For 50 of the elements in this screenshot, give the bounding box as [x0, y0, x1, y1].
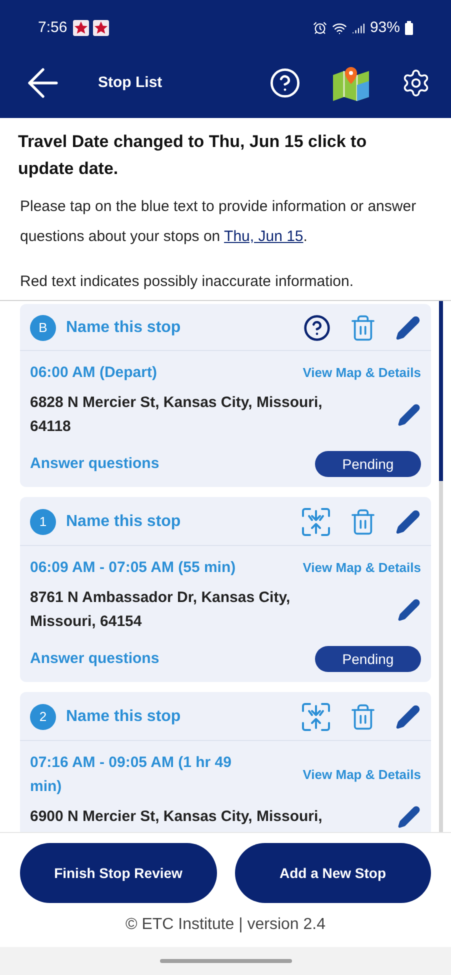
warning-text: Red text indicates possibly inaccurate information. — [19, 272, 355, 292]
answer-questions-link[interactable]: Answer questions — [30, 452, 160, 476]
trash-icon[interactable] — [349, 703, 377, 731]
answer-questions-link[interactable]: Answer questions — [30, 648, 160, 670]
merge-icon[interactable] — [301, 702, 331, 732]
battery-icon — [405, 21, 413, 35]
stop-address: 8761 N Ambassador Dr, Kansas City, Missouri, 64154 — [30, 588, 292, 632]
stop-time-link[interactable]: 07:16 AM - 09:05 AM (1 hr 49 min) — [30, 751, 260, 799]
star-badge-icon — [73, 20, 90, 36]
action-button[interactable]: Finish Stop Review — [20, 843, 216, 903]
date-change-banner[interactable]: Travel Date changed to Thu, Jun 15 click to update date. — [18, 128, 408, 182]
view-map-link[interactable]: View Map & Details — [302, 558, 421, 578]
pencil-icon[interactable] — [395, 509, 421, 535]
instructions-text: Please tap on the blue text to provide information or answer questions about your stops on Thu, Jun 15. — [19, 197, 418, 247]
footer-text: © ETC Institute | version 2.4 — [125, 915, 326, 935]
signal-icon — [352, 22, 365, 34]
stop-marker: B — [30, 315, 56, 341]
pencil-icon[interactable] — [397, 805, 421, 829]
stop-marker: 1 — [30, 509, 56, 535]
wifi-icon — [332, 20, 347, 36]
stop-name-link[interactable]: Name this stop — [66, 316, 303, 340]
stop-time-link[interactable]: 06:00 AM (Depart) — [30, 361, 157, 385]
settings-icon[interactable] — [401, 68, 431, 98]
star-badge-icon — [93, 20, 110, 36]
pencil-icon[interactable] — [397, 403, 421, 427]
view-map-link[interactable]: View Map & Details — [302, 363, 421, 383]
scrollbar[interactable] — [439, 301, 443, 832]
pencil-icon[interactable] — [395, 704, 421, 730]
stop-name-link[interactable]: Name this stop — [66, 705, 301, 729]
view-map-link[interactable]: View Map & Details — [302, 765, 421, 785]
stop-address: 6828 N Mercier St, Kansas City, Missouri, 64118 — [30, 393, 324, 437]
trash-icon[interactable] — [349, 314, 377, 342]
pencil-icon[interactable] — [397, 598, 421, 622]
status-time: 7:56 — [38, 18, 68, 38]
alarm-icon — [312, 21, 327, 35]
battery-level: 93% — [370, 18, 400, 38]
map-icon[interactable] — [331, 65, 371, 101]
stop-address: 6900 N Mercier St, Kansas City, Missouri, — [30, 807, 322, 827]
stop-time-link[interactable]: 06:09 AM - 07:05 AM (55 min) — [30, 556, 236, 580]
merge-icon[interactable] — [301, 507, 331, 537]
header-title: Stop List — [98, 72, 164, 93]
help-icon[interactable] — [303, 314, 331, 342]
trash-icon[interactable] — [349, 508, 377, 536]
date-link[interactable]: Thu, Jun 15 — [224, 228, 304, 245]
status-pill: Pending — [315, 451, 421, 477]
stop-marker: 2 — [30, 704, 56, 730]
status-pill: Pending — [315, 646, 421, 672]
pencil-icon[interactable] — [395, 315, 421, 341]
action-button[interactable]: Add a New Stop — [234, 843, 431, 903]
stop-name-link[interactable]: Name this stop — [66, 510, 301, 534]
